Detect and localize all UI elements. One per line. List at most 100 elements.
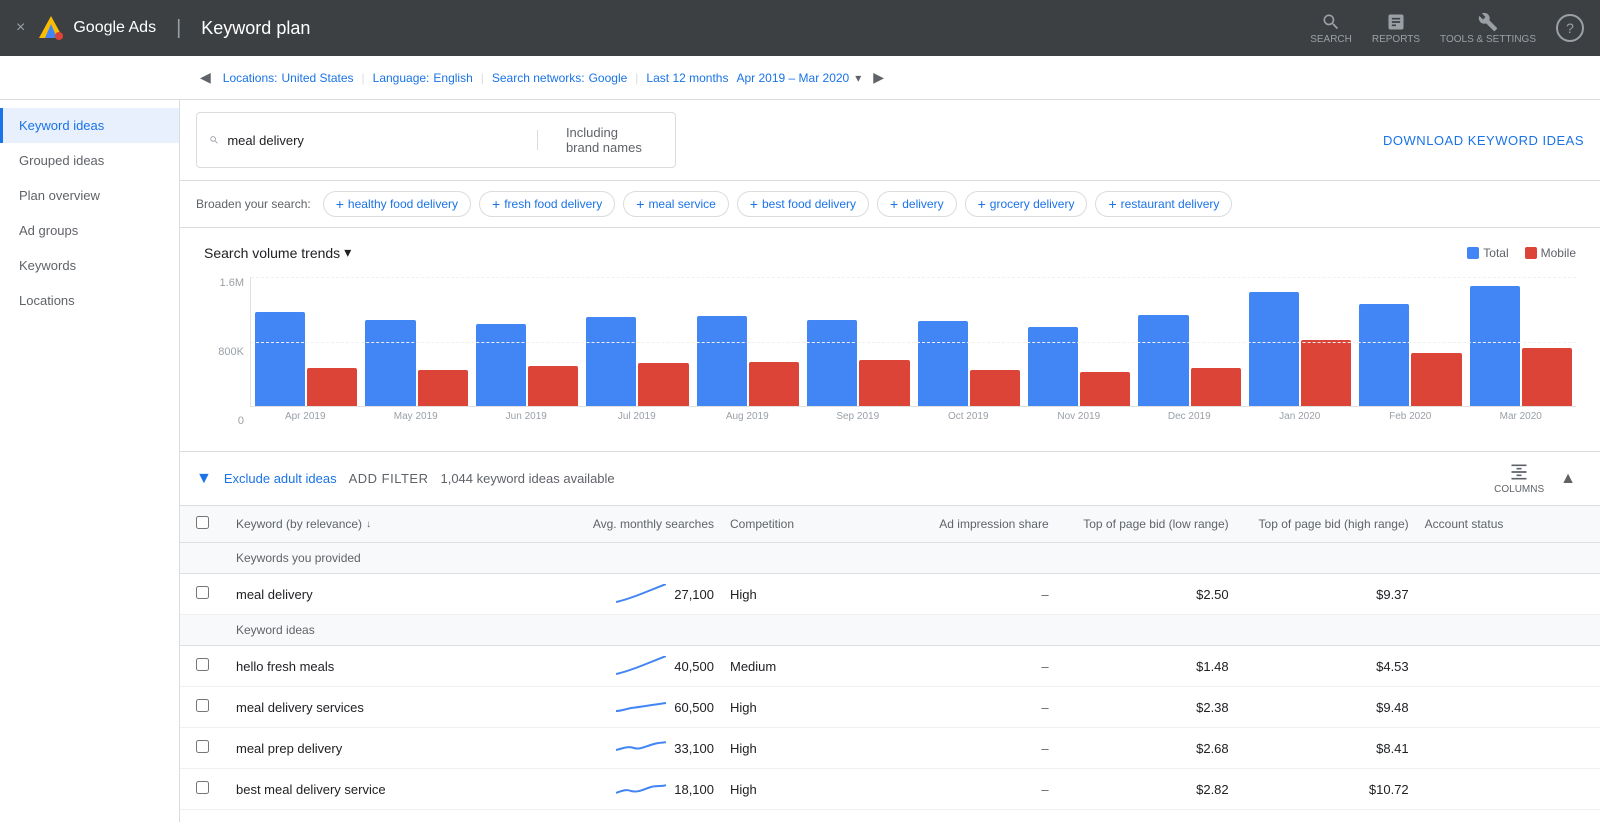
nav-separator-2: | bbox=[481, 71, 484, 85]
row-bid-low-0: $2.50 bbox=[1065, 587, 1245, 602]
row-checkbox-idea-1[interactable] bbox=[196, 699, 209, 712]
topbar: × Google Ads | Keyword plan SEARCH REPOR… bbox=[0, 0, 1600, 56]
date-filter: Last 12 months Apr 2019 – Mar 2020 ▾ bbox=[646, 71, 861, 85]
columns-button[interactable]: COLUMNS bbox=[1494, 462, 1544, 495]
month-group-6 bbox=[914, 321, 1024, 406]
header-status: Account status bbox=[1425, 517, 1584, 531]
broaden-chip-6[interactable]: +restaurant delivery bbox=[1095, 191, 1232, 217]
sidebar-item-keywords[interactable]: Keywords bbox=[0, 248, 179, 283]
searches-value-idea-3: 18,100 bbox=[674, 782, 714, 797]
broaden-chip-3[interactable]: +best food delivery bbox=[737, 191, 869, 217]
row-check-idea-0[interactable] bbox=[196, 658, 236, 674]
header-bid-low: Top of page bid (low range) bbox=[1065, 517, 1245, 531]
broaden-chip-5[interactable]: +grocery delivery bbox=[965, 191, 1088, 217]
bar-total-11 bbox=[1470, 286, 1520, 406]
help-button[interactable]: ? bbox=[1556, 14, 1584, 42]
sidebar-item-locations[interactable]: Locations bbox=[0, 283, 179, 318]
legend-total-box bbox=[1467, 247, 1479, 259]
bar-mobile-11 bbox=[1522, 348, 1572, 406]
row-bid-high-idea-3: $10.72 bbox=[1245, 782, 1425, 797]
broaden-chip-0[interactable]: +healthy food delivery bbox=[323, 191, 471, 217]
gridline-mid bbox=[251, 342, 1576, 343]
row-checkbox-0[interactable] bbox=[196, 586, 209, 599]
y-label-bottom: 0 bbox=[204, 415, 244, 427]
broaden-search: Broaden your search: +healthy food deliv… bbox=[180, 181, 1600, 228]
row-bid-high-idea-1: $9.48 bbox=[1245, 700, 1425, 715]
reports-icon bbox=[1386, 12, 1406, 32]
sidebar-item-keyword-ideas[interactable]: Keyword ideas bbox=[0, 108, 179, 143]
bar-total-9 bbox=[1249, 292, 1299, 406]
reports-action[interactable]: REPORTS bbox=[1372, 12, 1420, 45]
download-keywords-button[interactable]: DOWNLOAD KEYWORD IDEAS bbox=[1383, 133, 1584, 148]
month-label-5: Sep 2019 bbox=[803, 407, 914, 422]
date-dropdown-icon[interactable]: ▾ bbox=[855, 71, 861, 85]
chart-title[interactable]: Search volume trends ▾ bbox=[204, 244, 351, 261]
language-value[interactable]: English bbox=[433, 71, 472, 85]
date-value[interactable]: Apr 2019 – Mar 2020 bbox=[736, 71, 849, 85]
search-action-label: SEARCH bbox=[1310, 34, 1352, 45]
row-bid-high-0: $9.37 bbox=[1245, 587, 1425, 602]
brand-names-toggle[interactable]: Including brand names bbox=[554, 119, 663, 161]
header-keyword[interactable]: Keyword (by relevance) ↓ bbox=[236, 517, 555, 531]
exclude-adults-link[interactable]: Exclude adult ideas bbox=[224, 471, 337, 486]
month-label-1: May 2019 bbox=[361, 407, 472, 422]
close-button[interactable]: × bbox=[16, 19, 25, 37]
row-keyword-0: meal delivery bbox=[236, 587, 555, 602]
tools-action[interactable]: TOOLS & SETTINGS bbox=[1440, 12, 1536, 45]
select-all-checkbox[interactable] bbox=[196, 516, 209, 529]
chart-section: Search volume trends ▾ Total Mobile bbox=[180, 228, 1600, 452]
searches-value-idea-2: 33,100 bbox=[674, 741, 714, 756]
row-check-idea-1[interactable] bbox=[196, 699, 236, 715]
row-check-idea-3[interactable] bbox=[196, 781, 236, 797]
bar-mobile-0 bbox=[307, 368, 357, 406]
sidebar-item-keywords-label: Keywords bbox=[19, 258, 76, 273]
broaden-chip-2[interactable]: +meal service bbox=[623, 191, 729, 217]
row-keyword-idea-2: meal prep delivery bbox=[236, 741, 555, 756]
searches-value-0: 27,100 bbox=[674, 587, 714, 602]
month-label-9: Jan 2020 bbox=[1245, 407, 1356, 422]
search-input-wrapper[interactable]: Including brand names bbox=[196, 112, 676, 168]
row-check-idea-2[interactable] bbox=[196, 740, 236, 756]
row-checkbox-idea-2[interactable] bbox=[196, 740, 209, 753]
bar-total-2 bbox=[476, 324, 526, 406]
table-row: meal delivery services 60,500 High – $2.… bbox=[180, 687, 1600, 728]
search-action[interactable]: SEARCH bbox=[1310, 12, 1352, 45]
nav-forward-button[interactable]: ▶ bbox=[869, 65, 888, 90]
bar-total-4 bbox=[697, 316, 747, 406]
row-searches-idea-0: 40,500 bbox=[555, 656, 730, 676]
chart-area: 1.6M 800K 0 Apr 2019May 2019Jun 2019Jul … bbox=[204, 277, 1576, 427]
sidebar-item-grouped-ideas[interactable]: Grouped ideas bbox=[0, 143, 179, 178]
bar-mobile-10 bbox=[1411, 353, 1461, 406]
month-group-4 bbox=[693, 316, 803, 406]
row-checkbox-idea-3[interactable] bbox=[196, 781, 209, 794]
networks-value[interactable]: Google bbox=[589, 71, 628, 85]
chart-header: Search volume trends ▾ Total Mobile bbox=[204, 244, 1576, 261]
locations-value[interactable]: United States bbox=[281, 71, 353, 85]
search-bar: Including brand names DOWNLOAD KEYWORD I… bbox=[180, 100, 1600, 181]
row-bid-high-idea-2: $8.41 bbox=[1245, 741, 1425, 756]
gridline-top bbox=[251, 277, 1576, 278]
row-checkbox-idea-0[interactable] bbox=[196, 658, 209, 671]
sidebar-item-ad-groups-label: Ad groups bbox=[19, 223, 78, 238]
topbar-actions: SEARCH REPORTS TOOLS & SETTINGS ? bbox=[1310, 12, 1584, 45]
nav-back-button[interactable]: ◀ bbox=[196, 65, 215, 90]
sidebar-item-plan-overview[interactable]: Plan overview bbox=[0, 178, 179, 213]
table-row: meal delivery 27,100 High – $2.50 $9.37 bbox=[180, 574, 1600, 615]
header-bid-high: Top of page bid (high range) bbox=[1245, 517, 1425, 531]
add-filter-button[interactable]: ADD FILTER bbox=[349, 471, 429, 486]
search-input[interactable] bbox=[227, 133, 521, 148]
legend-mobile-box bbox=[1525, 247, 1537, 259]
searches-value-idea-1: 60,500 bbox=[674, 700, 714, 715]
sidebar-item-ad-groups[interactable]: Ad groups bbox=[0, 213, 179, 248]
sidebar: Keyword ideas Grouped ideas Plan overvie… bbox=[0, 100, 180, 822]
collapse-button[interactable]: ▲ bbox=[1552, 466, 1584, 492]
row-searches-idea-3: 18,100 bbox=[555, 779, 730, 799]
month-label-11: Mar 2020 bbox=[1466, 407, 1577, 422]
searches-value-idea-0: 40,500 bbox=[674, 659, 714, 674]
broaden-chip-1[interactable]: +fresh food delivery bbox=[479, 191, 615, 217]
row-check-0[interactable] bbox=[196, 586, 236, 602]
topbar-divider: | bbox=[176, 17, 181, 40]
sidebar-item-locations-label: Locations bbox=[19, 293, 75, 308]
section-ideas: Keyword ideas bbox=[180, 615, 1600, 646]
broaden-chip-4[interactable]: +delivery bbox=[877, 191, 957, 217]
